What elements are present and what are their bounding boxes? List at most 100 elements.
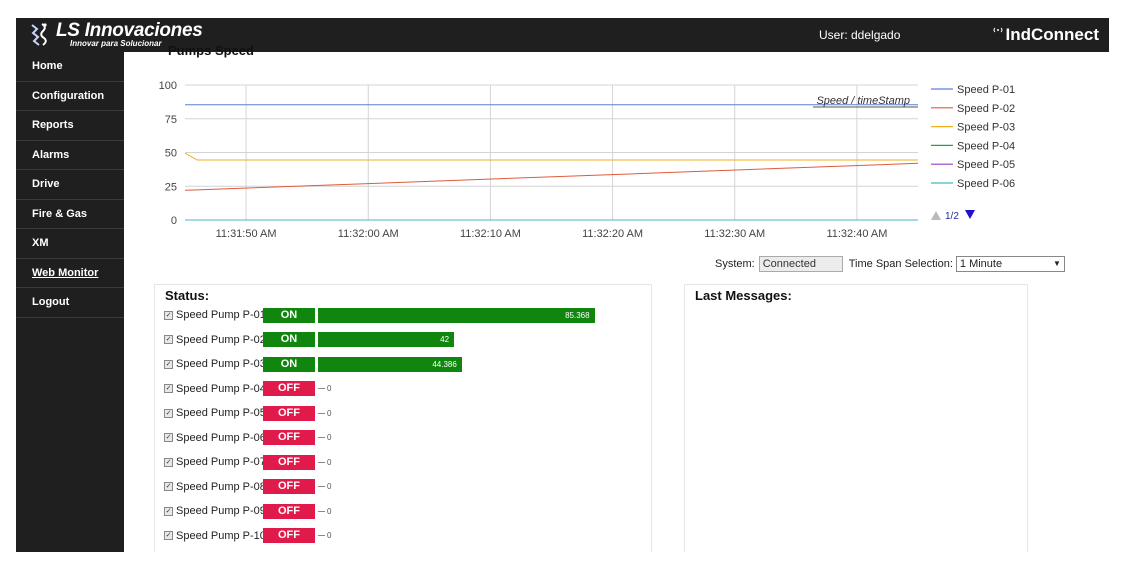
sidebar-item-reports[interactable]: Reports (16, 111, 124, 141)
pump-speed-zero: 0 (318, 433, 331, 442)
user-label: User: ddelgado (819, 28, 901, 42)
pump-speed-zero: 0 (318, 409, 331, 418)
pump-speed-value: 0 (327, 408, 332, 418)
pump-row: ✓ Speed Pump P-06 OFF 0 (164, 430, 331, 446)
legend-entry: Speed P-04 (957, 140, 1015, 152)
sidebar-item-web-monitor[interactable]: Web Monitor (16, 259, 124, 288)
pump-speed-value: 0 (327, 457, 332, 467)
pump-speed-value: 0 (327, 506, 332, 516)
pump-name: Speed Pump P-06 (176, 431, 266, 444)
pump-name: Speed Pump P-01 (176, 309, 266, 321)
system-status-field: Connected (758, 255, 843, 272)
pump-state-badge: OFF (263, 430, 315, 445)
legend-entry: Speed P-02 (957, 103, 1015, 115)
pump-name: Speed Pump P-07 (176, 456, 266, 468)
y-tick-label: 50 (165, 148, 177, 160)
y-tick-label: 25 (165, 181, 177, 193)
pump-name: Speed Pump P-05 (176, 407, 266, 419)
pumps-speed-chart: 0 25 50 75 100 11:31:50 AM 11:32:00 AM 11:32:10… (159, 80, 1015, 240)
zero-line (318, 510, 325, 512)
chart-annotation: Speed / timeStamp (816, 95, 910, 107)
legend-prev-icon[interactable] (931, 211, 941, 220)
legend-entry: Speed P-06 (957, 178, 1015, 190)
legend-entry: Speed P-05 (957, 159, 1015, 171)
pump-speed-zero: 0 (318, 531, 331, 540)
pump-checkbox[interactable]: ✓ (164, 359, 173, 369)
brand-name: IndConnect (1005, 25, 1100, 44)
pump-row: ✓ Speed Pump P-09 OFF 0 (164, 503, 331, 519)
pump-speed-value: 0 (327, 384, 332, 393)
pump-row: ✓ Speed Pump P-04 OFF 0 (164, 381, 331, 397)
pump-speed-value: 0 (327, 531, 332, 540)
messages-title: Last Messages: (695, 288, 792, 303)
y-tick-label: 0 (171, 215, 177, 227)
zero-line (318, 412, 325, 414)
pump-row: ✓ Speed Pump P-02 ON 42 (164, 332, 455, 348)
messages-panel: Last Messages: (684, 284, 1028, 552)
zero-line (318, 486, 325, 487)
status-title: Status: (165, 288, 210, 303)
pump-state-badge: OFF (263, 479, 315, 494)
pump-state-badge: OFF (263, 503, 315, 519)
pump-checkbox[interactable]: ✓ (164, 433, 173, 442)
system-label: System: (715, 257, 755, 270)
sidebar-item-alarms[interactable]: Alarms (16, 141, 124, 170)
zero-line (318, 535, 325, 536)
pump-name: Speed Pump P-10 (176, 529, 266, 542)
pump-state-badge: ON (263, 332, 315, 347)
system-row: System: Connected Time Span Selection: 1… (715, 255, 1065, 272)
sidebar-item-drive[interactable]: Drive (16, 170, 124, 200)
pump-checkbox[interactable]: ✓ (164, 457, 173, 467)
pump-state-badge: OFF (263, 381, 315, 396)
timespan-select[interactable]: 1 Minute ▼ (955, 255, 1065, 272)
pump-checkbox[interactable]: ✓ (164, 506, 173, 516)
pump-checkbox[interactable]: ✓ (164, 310, 173, 320)
logo-name: LS Innovaciones (56, 20, 203, 41)
pump-speed-zero: 0 (318, 458, 331, 467)
sidebar-item-logout[interactable]: Logout (16, 288, 124, 318)
brand-logo: IndConnect (992, 22, 1100, 48)
pump-row: ✓ Speed Pump P-07 OFF 0 (164, 454, 331, 470)
legend-next-icon[interactable] (965, 210, 975, 219)
zero-line (318, 388, 325, 389)
sidebar-item-home[interactable]: Home (16, 52, 124, 82)
x-tick-label: 11:32:00 AM (338, 228, 399, 240)
legend-page: 1/2 (945, 211, 959, 222)
pump-row: ✓ Speed Pump P-10 OFF 0 (164, 528, 331, 544)
sidebar-item-xm[interactable]: XM (16, 229, 124, 259)
pump-row: ✓ Speed Pump P-08 OFF 0 (164, 479, 331, 495)
pump-row: ✓ Speed Pump P-05 OFF 0 (164, 405, 331, 421)
pump-checkbox[interactable]: ✓ (164, 384, 173, 393)
pump-speed-zero: 0 (318, 482, 331, 491)
zero-line (318, 437, 325, 438)
legend-entry: Speed P-01 (957, 84, 1015, 96)
timespan-label: Time Span Selection: (848, 257, 953, 270)
pump-name: Speed Pump P-02 (176, 333, 266, 346)
pump-checkbox[interactable]: ✓ (164, 531, 173, 540)
pump-name: Speed Pump P-09 (176, 505, 266, 517)
x-tick-label: 11:32:20 AM (582, 228, 643, 240)
y-tick-label: 100 (159, 80, 177, 92)
logo-mark-icon (31, 23, 47, 46)
pump-state-badge: OFF (263, 454, 315, 470)
pump-row: ✓ Speed Pump P-01 ON 85.368 (164, 307, 595, 323)
pump-checkbox[interactable]: ✓ (164, 482, 173, 491)
pump-state-badge: OFF (263, 405, 315, 421)
timespan-value: 1 Minute (959, 257, 1003, 270)
pump-state-badge: OFF (263, 528, 315, 543)
pump-state-badge: ON (263, 307, 315, 323)
pump-speed-bar: 44.386 (318, 356, 462, 372)
legend-entry: Speed P-03 (957, 122, 1015, 134)
sidebar-item-configuration[interactable]: Configuration (16, 82, 124, 111)
x-tick-label: 11:32:30 AM (704, 228, 765, 240)
series-line-3 (184, 152, 918, 161)
pump-name: Speed Pump P-04 (176, 382, 266, 395)
pump-checkbox[interactable]: ✓ (164, 408, 173, 418)
chart-title: Pumps Speed (168, 43, 254, 58)
x-tick-label: 11:31:50 AM (216, 228, 277, 240)
pump-speed-value: 0 (327, 433, 332, 442)
sidebar-item-fire-gas[interactable]: Fire & Gas (16, 200, 124, 229)
pump-speed-zero: 0 (318, 384, 331, 393)
zero-line (318, 461, 325, 463)
pump-checkbox[interactable]: ✓ (164, 335, 173, 344)
